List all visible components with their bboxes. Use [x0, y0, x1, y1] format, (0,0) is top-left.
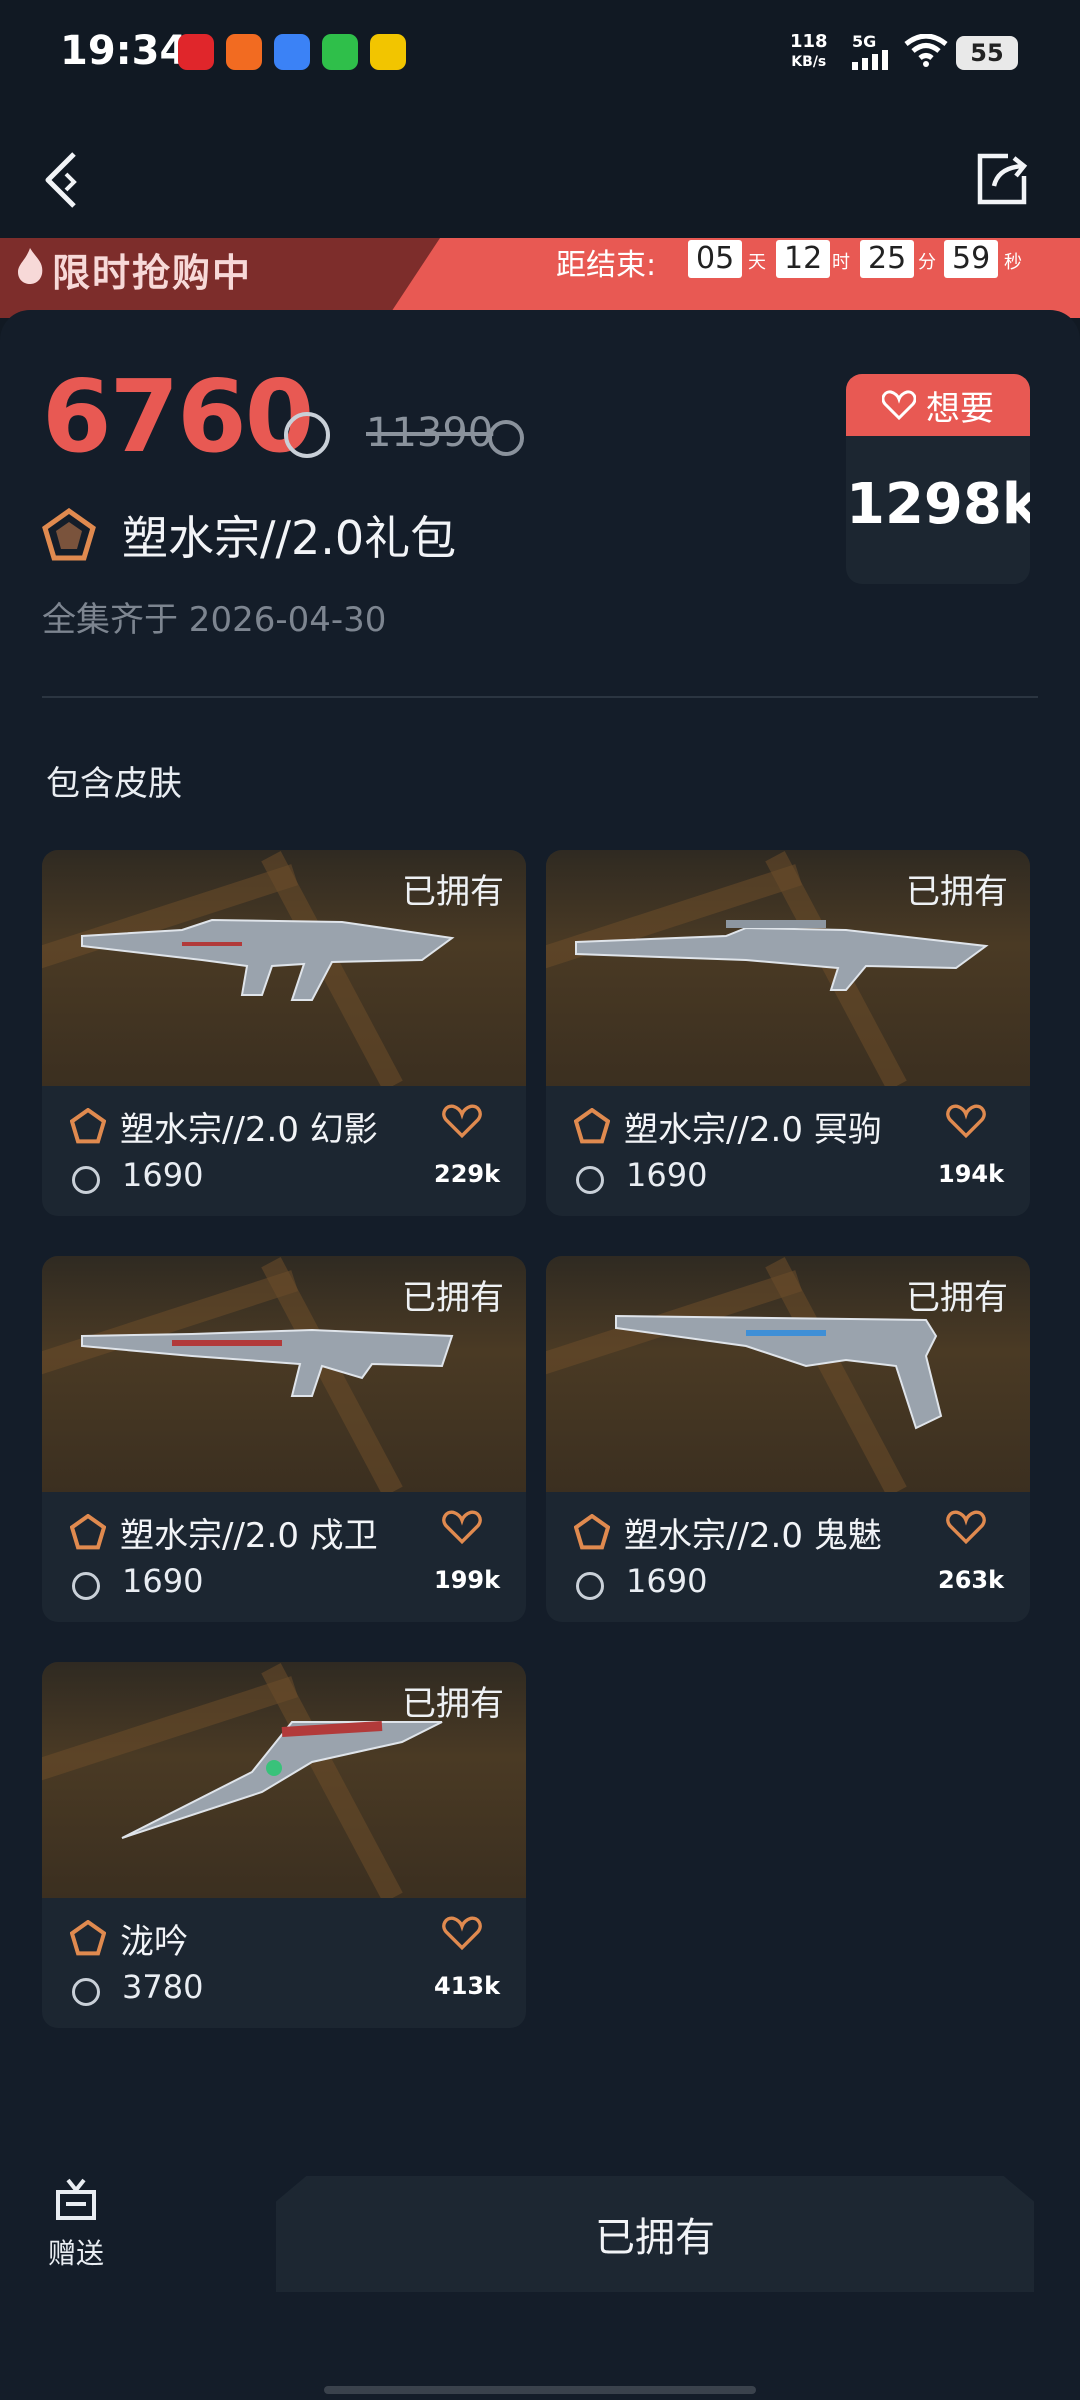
want-header[interactable]: 想要 — [846, 374, 1030, 436]
share-button[interactable] — [972, 148, 1032, 208]
premium-tier-icon — [42, 508, 96, 561]
skin-card[interactable]: 已拥有 泷吟 3780 413k — [42, 1662, 526, 2028]
premium-tier-icon — [70, 1920, 106, 1956]
net-speed-unit: KB/s — [791, 54, 827, 70]
want-button[interactable]: 想要 1298k — [846, 374, 1030, 584]
gift-button[interactable]: 赠送 — [40, 2176, 112, 2272]
app-blue-icon — [274, 34, 310, 70]
flash-sale-title: 限时抢购中 — [52, 251, 253, 295]
battery-icon: 55 — [956, 36, 1018, 70]
net-speed-value: 118 — [790, 31, 828, 52]
skin-cost: 1690 — [626, 1562, 708, 1600]
premium-tier-icon — [70, 1514, 106, 1550]
collect-date: 全集齐于 2026-04-30 — [42, 600, 387, 640]
countdown-days: 05 — [688, 240, 743, 278]
owned-action-button[interactable]: 已拥有 — [276, 2176, 1034, 2292]
netease-music-icon — [178, 34, 214, 70]
owned-action-label: 已拥有 — [595, 2215, 715, 2261]
hours-unit: 时 — [832, 252, 850, 273]
back-button[interactable] — [40, 148, 100, 208]
heart-icon[interactable] — [946, 1104, 986, 1138]
gift-icon — [56, 2178, 96, 2220]
premium-tier-icon — [574, 1108, 610, 1144]
skin-cost: 3780 — [122, 1968, 204, 2006]
want-count: 1298k — [846, 472, 1030, 537]
gift-label: 赠送 — [47, 2237, 104, 2270]
vp-currency-icon — [576, 1572, 604, 1600]
network-speed: 118 KB/s — [790, 32, 828, 72]
bundle-name: 塑水宗//2.0礼包 — [122, 511, 457, 565]
status-bar: 19:34 118 KB/s 5G 55 — [0, 0, 1080, 110]
skin-name: 塑水宗//2.0 戍卫 — [120, 1516, 378, 1556]
countdown-minutes: 25 — [860, 240, 915, 278]
owned-label: 已拥有 — [402, 872, 504, 912]
skin-name: 泷吟 — [120, 1922, 188, 1962]
like-count: 199k — [434, 1566, 501, 1594]
skin-name: 塑水宗//2.0 鬼魅 — [624, 1516, 882, 1556]
flame-icon — [18, 248, 43, 284]
heart-icon[interactable] — [442, 1510, 482, 1544]
skin-cost: 1690 — [122, 1156, 204, 1194]
heart-icon — [882, 390, 916, 420]
heart-icon[interactable] — [442, 1916, 482, 1950]
skin-cost: 1690 — [122, 1562, 204, 1600]
heart-icon[interactable] — [946, 1510, 986, 1544]
vp-currency-icon — [72, 1166, 100, 1194]
owned-label: 已拥有 — [402, 1278, 504, 1318]
wechat-icon — [322, 34, 358, 70]
premium-tier-icon — [70, 1108, 106, 1144]
skin-card[interactable]: 已拥有 塑水宗//2.0 鬼魅 1690 263k — [546, 1256, 1030, 1622]
skin-name: 塑水宗//2.0 冥驹 — [624, 1110, 882, 1150]
countdown-label: 距结束: — [556, 248, 657, 283]
home-indicator[interactable] — [324, 2386, 756, 2394]
status-time: 19:34 — [60, 28, 188, 74]
signal-type: 5G — [852, 32, 877, 51]
days-unit: 天 — [748, 252, 766, 273]
seconds-unit: 秒 — [1004, 252, 1022, 273]
skin-card[interactable]: 已拥有 塑水宗//2.0 戍卫 1690 199k — [42, 1256, 526, 1622]
section-title: 包含皮肤 — [46, 764, 182, 804]
vp-currency-icon — [72, 1572, 100, 1600]
skin-cost: 1690 — [626, 1156, 708, 1194]
heart-icon[interactable] — [442, 1104, 482, 1138]
like-count: 413k — [434, 1972, 501, 2000]
skin-card[interactable]: 已拥有 塑水宗//2.0 冥驹 1690 194k — [546, 850, 1030, 1216]
countdown-hours: 12 — [776, 240, 831, 278]
bundle-price: 6760 — [42, 358, 314, 475]
notification-icons — [178, 34, 406, 70]
like-count: 229k — [434, 1160, 501, 1188]
flash-sale-banner: 限时抢购中 距结束: 05 天 12 时 25 分 59 秒 — [0, 238, 1080, 318]
signal-icon — [852, 50, 888, 70]
like-count: 263k — [938, 1566, 1005, 1594]
countdown-seconds: 59 — [944, 240, 999, 278]
vp-currency-icon-small — [488, 420, 524, 456]
owned-label: 已拥有 — [906, 1278, 1008, 1318]
vp-currency-icon — [284, 412, 330, 458]
owned-label: 已拥有 — [402, 1684, 504, 1724]
wifi-icon — [904, 34, 948, 67]
original-price: 11390 — [366, 410, 494, 456]
premium-tier-icon — [574, 1514, 610, 1550]
skin-card[interactable]: 已拥有 塑水宗//2.0 幻影 1690 229k — [42, 850, 526, 1216]
vp-currency-icon — [72, 1978, 100, 2006]
like-count: 194k — [938, 1160, 1005, 1188]
minutes-unit: 分 — [918, 252, 936, 273]
divider — [42, 696, 1038, 698]
owned-label: 已拥有 — [906, 872, 1008, 912]
app-orange-icon — [226, 34, 262, 70]
vp-currency-icon — [576, 1166, 604, 1194]
skin-name: 塑水宗//2.0 幻影 — [120, 1110, 378, 1150]
app-yellow-icon — [370, 34, 406, 70]
want-label: 想要 — [926, 388, 994, 429]
